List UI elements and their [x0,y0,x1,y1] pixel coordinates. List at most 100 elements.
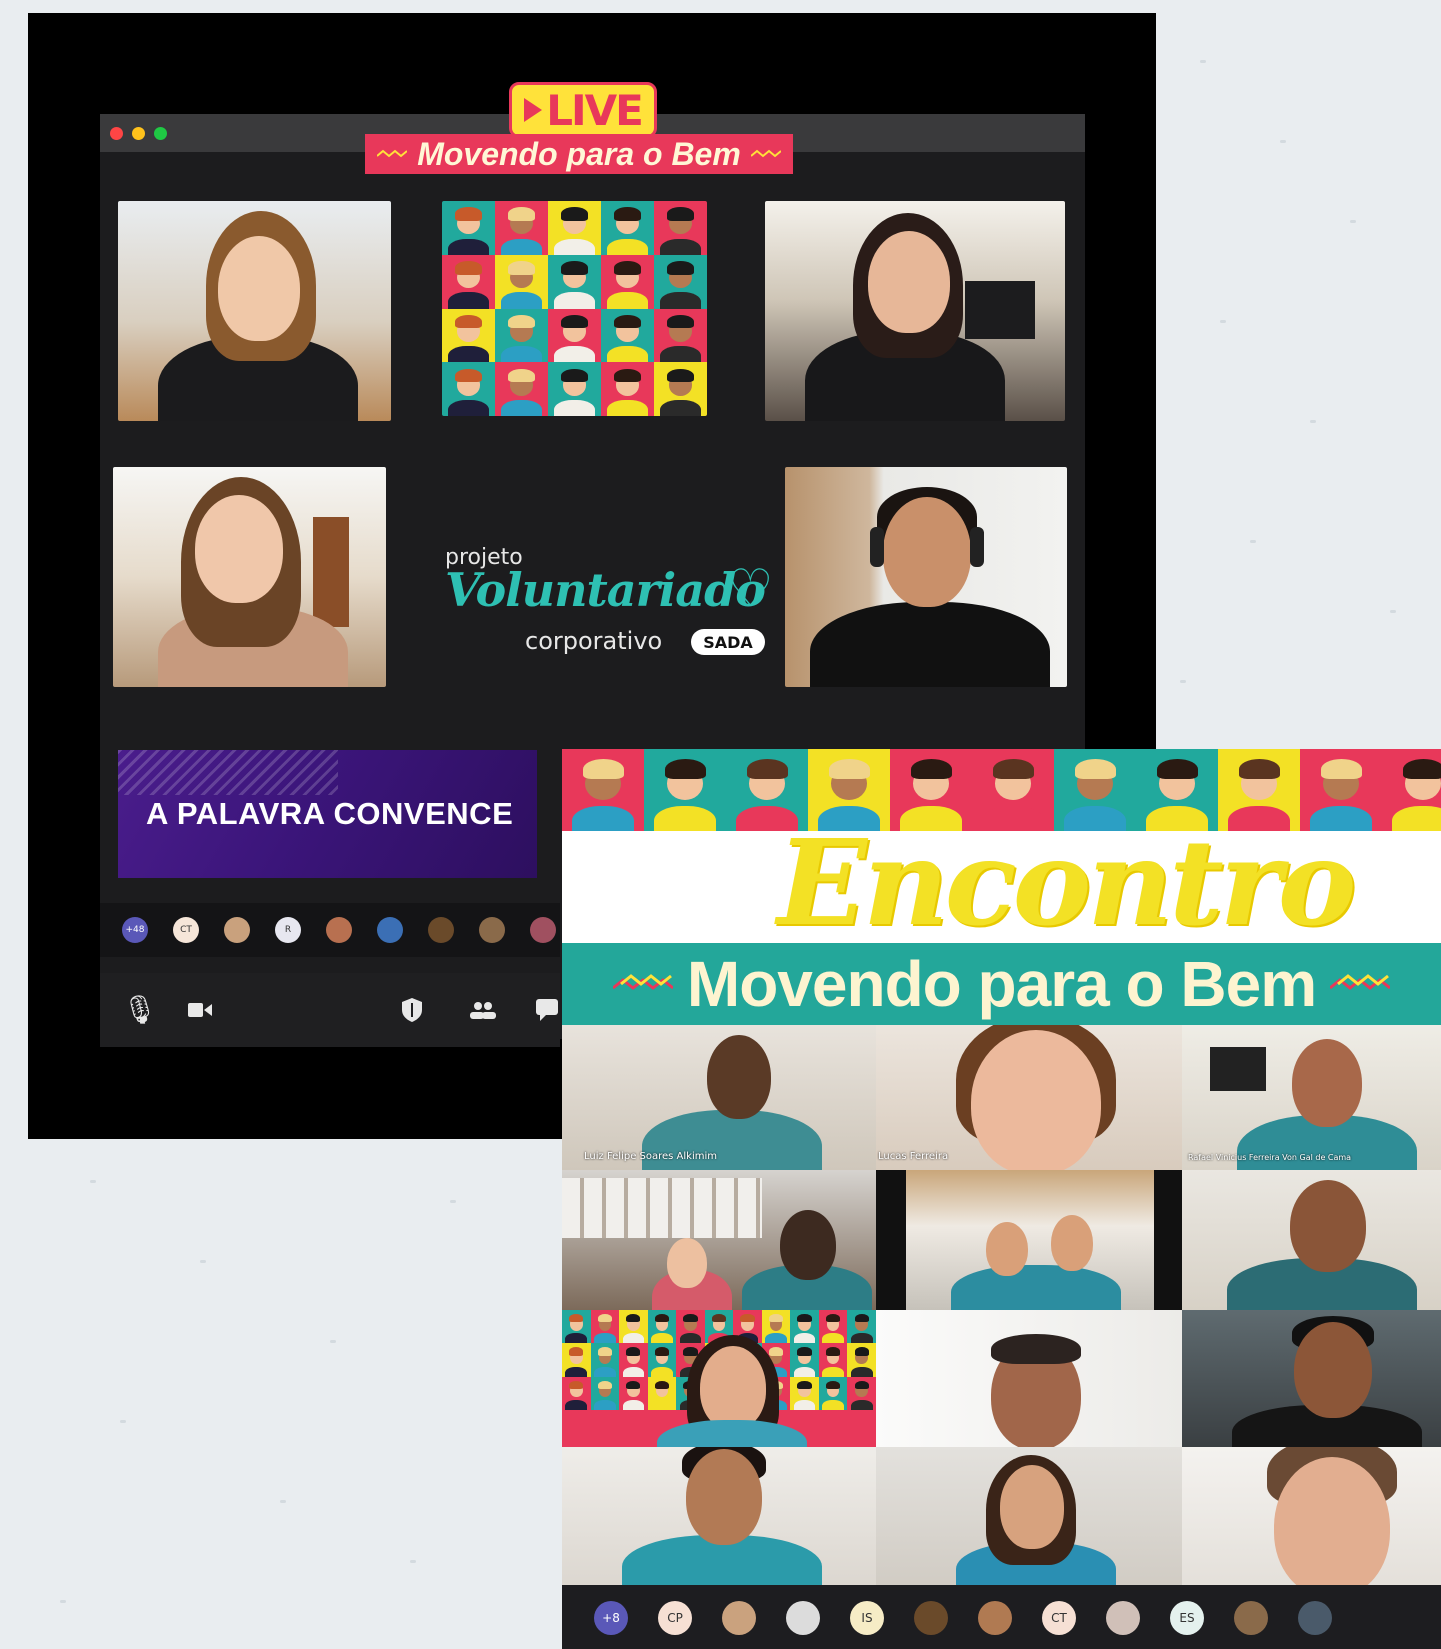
security-shield-icon[interactable] [402,998,422,1022]
heart-icon: ♡ [727,559,774,619]
video-tile[interactable] [113,467,386,687]
cartoon-avatar [1382,749,1441,831]
video-tile[interactable] [765,201,1065,421]
participant-avatar[interactable] [1106,1601,1140,1635]
participant-avatar[interactable] [479,917,505,943]
cartoon-avatar [562,1343,591,1377]
participant-avatar[interactable] [377,917,403,943]
cartoon-avatar [654,201,707,255]
cartoon-avatar [548,201,601,255]
cartoon-avatar [654,362,707,416]
zigzag-icon [377,149,408,158]
video-tile[interactable] [876,1170,1182,1310]
participant-name: Luiz Felipe Soares Alkimim [584,1151,718,1162]
cartoon-avatar [548,308,601,363]
minimize-window-button[interactable] [132,127,145,140]
encontro-subtitle-band: Movendo para o Bem [562,943,1441,1025]
cartoon-avatar [647,1310,677,1344]
video-tile[interactable] [562,1170,876,1310]
video-tile[interactable] [1182,1310,1441,1447]
participant-avatar[interactable] [224,917,250,943]
encontro-title: Encontro [777,813,1356,952]
microphone-muted-icon[interactable]: 🎙 [122,993,158,1026]
cartoon-avatar [442,254,495,309]
cartoon-avatar [676,1310,705,1344]
cartoon-avatar [790,1310,819,1344]
participant-avatar[interactable]: CT [1042,1601,1076,1635]
video-tile[interactable] [785,467,1067,687]
live-badge-text: LIVE [546,85,644,135]
cartoon-avatar [590,1343,620,1377]
close-window-button[interactable] [110,127,123,140]
video-tile[interactable] [1182,1170,1441,1310]
participant-avatar[interactable]: ES [1170,1601,1204,1635]
cartoon-avatar [644,749,726,831]
participant-strip: +8 CP IS CT ES [562,1585,1441,1649]
cartoon-avatar [654,308,707,363]
sada-logo: SADA [691,629,765,655]
participant-avatar[interactable]: IS [850,1601,884,1635]
video-tile[interactable] [876,1447,1182,1585]
cartoon-avatar [619,1310,648,1344]
participant-avatar[interactable]: CP [658,1601,692,1635]
zigzag-icon [1330,974,1391,990]
participant-avatar[interactable] [326,917,352,943]
zigzag-icon [750,149,781,158]
cartoon-avatar [818,1376,848,1410]
presentation-slide[interactable]: A PALAVRA CONVENCE [118,750,537,878]
video-tile[interactable] [562,1447,876,1585]
participant-avatar[interactable] [1234,1601,1268,1635]
cartoon-avatar [619,1343,648,1377]
slide-title: A PALAVRA CONVENCE [146,796,514,831]
video-tile[interactable] [562,1310,876,1447]
video-tile[interactable]: Rafael Vinicius Ferreira Von Gal de Cama [1182,1025,1441,1170]
cartoon-avatar [495,308,548,363]
cartoon-avatar [601,201,654,255]
camera-icon[interactable] [188,1001,212,1019]
cartoon-avatar [601,308,654,363]
participant-avatar[interactable]: +48 [122,917,148,943]
participant-avatar[interactable] [914,1601,948,1635]
participant-avatar[interactable] [530,917,556,943]
cartoon-avatar [442,201,495,255]
play-icon [524,98,543,122]
cartoon-avatar [790,1343,819,1377]
cartoon-avatar [562,1310,591,1344]
cartoon-avatar [601,362,654,416]
maximize-window-button[interactable] [154,127,167,140]
participant-name: Rafael Vinicius Ferreira Von Gal de Cama [1188,1153,1352,1162]
cartoon-avatar [590,1310,620,1344]
cartoon-avatar [647,1376,677,1410]
cartoon-avatar [495,362,548,416]
logo-line-voluntariado: Voluntariado [445,563,766,617]
video-tile[interactable]: Luiz Felipe Soares Alkimim [562,1025,876,1170]
video-tile[interactable] [876,1310,1182,1447]
slide-stripes [118,750,338,795]
cartoon-avatar [548,362,601,416]
projeto-voluntariado-logo: projeto Voluntariado ♡ corporativo SADA [445,545,775,665]
logo-line-corporativo: corporativo [525,627,663,655]
encontro-subtitle: Movendo para o Bem [686,948,1317,1020]
encontro-screenshot: Encontro Movendo para o Bem Luiz Felipe … [562,749,1441,1649]
cartoon-avatar [601,254,654,309]
cartoon-avatar [818,1343,848,1377]
cartoon-avatar [442,308,495,363]
cartoon-avatar [847,1376,876,1410]
video-tile[interactable] [118,201,391,421]
participant-avatar[interactable]: +8 [594,1601,628,1635]
participant-avatar[interactable] [978,1601,1012,1635]
chat-icon[interactable] [536,999,558,1021]
participant-avatar[interactable]: CT [173,917,199,943]
video-tile[interactable] [1182,1447,1441,1585]
cartoon-avatar [619,1376,648,1410]
participants-icon[interactable] [470,1001,496,1019]
participant-avatar[interactable] [786,1601,820,1635]
avatar-grid-tile[interactable] [442,201,707,416]
participant-avatar[interactable]: R [275,917,301,943]
zigzag-icon [612,974,673,990]
participant-avatar[interactable] [428,917,454,943]
cartoon-avatar [761,1310,791,1344]
participant-avatar[interactable] [722,1601,756,1635]
video-tile[interactable]: Lucas Ferreira [876,1025,1182,1170]
participant-avatar[interactable] [1298,1601,1332,1635]
